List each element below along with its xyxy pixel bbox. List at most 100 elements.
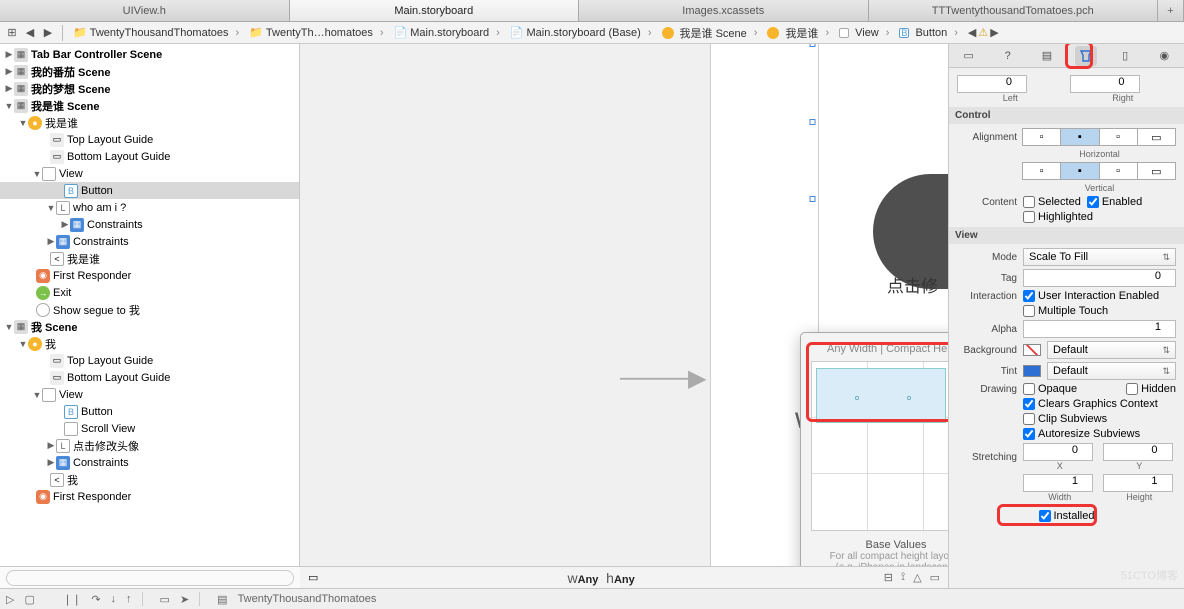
opaque-checkbox[interactable]: Opaque: [1023, 383, 1077, 395]
crumb[interactable]: View: [835, 27, 893, 39]
installed-checkbox[interactable]: Installed: [961, 510, 1172, 522]
scene-row[interactable]: ▶▦Tab Bar Controller Scene: [0, 46, 299, 63]
right-inset-input[interactable]: 0: [1070, 75, 1140, 93]
connections-inspector-tab[interactable]: ◉: [1153, 46, 1175, 66]
identity-inspector-tab[interactable]: ▤: [1036, 46, 1058, 66]
vc-row[interactable]: ▼●我: [0, 335, 299, 352]
segue-row[interactable]: Show segue to 我: [0, 301, 299, 318]
label-row[interactable]: ▼Lwho am i ?: [0, 199, 299, 216]
highlighted-checkbox[interactable]: Highlighted: [1023, 211, 1093, 223]
crumb[interactable]: 📄Main.storyboard (Base): [506, 26, 656, 39]
guide-row[interactable]: ▭Top Layout Guide: [0, 131, 299, 148]
navitem-row[interactable]: <我: [0, 471, 299, 488]
multitouch-checkbox[interactable]: Multiple Touch: [1023, 305, 1108, 317]
vc-row[interactable]: ▼●我是谁: [0, 114, 299, 131]
stretch-w-input[interactable]: 1: [1023, 474, 1093, 492]
size-class-grid[interactable]: [811, 361, 948, 531]
vertical-alignment-seg[interactable]: ▫▪▫▭: [1023, 162, 1176, 180]
stretch-x-input[interactable]: 0: [1023, 443, 1093, 461]
popover-header: Any Width | Compact Height: [811, 343, 948, 355]
pin-icon[interactable]: ⟟: [901, 571, 905, 584]
step-into-icon[interactable]: ↓: [111, 593, 117, 605]
process-icon[interactable]: ▤: [217, 593, 227, 606]
jump-bar: ⊞ ◀ ▶ 📁TwentyThousandThomatoes 📁TwentyTh…: [0, 22, 1184, 44]
selected-checkbox[interactable]: Selected: [1023, 196, 1081, 208]
file-inspector-tab[interactable]: ▭: [958, 46, 980, 66]
constraints-row[interactable]: ▶▦Constraints: [0, 233, 299, 250]
left-inset-input[interactable]: 0: [957, 75, 1027, 93]
tint-color-swatch[interactable]: [1023, 365, 1041, 377]
view-row[interactable]: ▼View: [0, 386, 299, 403]
constraints-row[interactable]: ▶▦Constraints: [0, 454, 299, 471]
step-out-icon[interactable]: ↑: [126, 593, 132, 605]
size-class-selection[interactable]: [816, 368, 946, 423]
crumb[interactable]: 📄Main.storyboard: [390, 26, 504, 39]
navitem-row[interactable]: <我是谁: [0, 250, 299, 267]
warning-icon[interactable]: ⚠︎: [978, 26, 988, 39]
enabled-checkbox[interactable]: Enabled: [1087, 196, 1142, 208]
scene-row[interactable]: ▶▦我的梦想 Scene: [0, 80, 299, 97]
bg-color-swatch[interactable]: [1023, 344, 1041, 356]
related-items-icon[interactable]: ⊞: [4, 25, 20, 41]
pause-icon[interactable]: ❘❘: [63, 593, 81, 606]
guide-row[interactable]: ▭Top Layout Guide: [0, 352, 299, 369]
crumb[interactable]: 📁TwentyThousandThomatoes: [69, 26, 243, 39]
align-icon[interactable]: ⊟: [884, 571, 893, 584]
alpha-input[interactable]: 1: [1023, 320, 1176, 338]
location-icon[interactable]: ➤: [180, 593, 189, 606]
scroll-row[interactable]: Scroll View: [0, 420, 299, 437]
storyboard-canvas[interactable]: ────▶ who am i ⎘ 点击修 UIScrol Any Width |…: [300, 44, 948, 588]
tab[interactable]: Images.xcassets: [579, 0, 869, 21]
scene-row[interactable]: ▶▦我的番茄 Scene: [0, 63, 299, 80]
crumb[interactable]: 📁TwentyTh…homatoes: [245, 26, 387, 39]
view-row[interactable]: ▼View: [0, 165, 299, 182]
horizontal-alignment-seg[interactable]: ▫▪▫▭: [1023, 128, 1176, 146]
stretch-y-input[interactable]: 0: [1103, 443, 1173, 461]
tab[interactable]: Main.storyboard: [290, 0, 580, 21]
guide-row[interactable]: ▭Bottom Layout Guide: [0, 369, 299, 386]
uie-checkbox[interactable]: User Interaction Enabled: [1023, 290, 1159, 302]
autoresize-checkbox[interactable]: Autoresize Subviews: [1023, 428, 1140, 440]
toggle-breakpoints-icon[interactable]: ▷: [6, 593, 14, 606]
mode-select[interactable]: Scale To Fill: [1023, 248, 1176, 266]
crumb[interactable]: 我是谁: [763, 25, 833, 41]
filter-input[interactable]: [6, 570, 294, 586]
label-row[interactable]: ▶L点击修改头像: [0, 437, 299, 454]
outline-toggle-icon[interactable]: ▭: [308, 571, 318, 584]
document-outline: ▶▦Tab Bar Controller Scene ▶▦我的番茄 Scene …: [0, 44, 300, 588]
constraints-row[interactable]: ▶▦Constraints: [0, 216, 299, 233]
size-class-popover[interactable]: Any Width | Compact Height Base Values F…: [800, 332, 948, 584]
help-inspector-tab[interactable]: ?: [997, 46, 1019, 66]
size-class-toggle[interactable]: wAny hAny: [567, 570, 634, 586]
first-responder-row[interactable]: ◉First Responder: [0, 267, 299, 284]
tab[interactable]: TTTwentythousandTomatoes.pch: [869, 0, 1159, 21]
tint-select[interactable]: Default: [1047, 362, 1176, 380]
debug-view-icon[interactable]: ▭: [160, 593, 170, 606]
resolve-icon[interactable]: △: [913, 571, 921, 584]
step-over-icon[interactable]: ↷: [91, 593, 100, 606]
forward-button[interactable]: ▶: [40, 25, 56, 41]
continue-icon[interactable]: ▢: [24, 593, 34, 606]
back-button[interactable]: ◀: [22, 25, 38, 41]
attributes-inspector-tab[interactable]: [1075, 46, 1097, 66]
guide-row[interactable]: ▭Bottom Layout Guide: [0, 148, 299, 165]
button-row[interactable]: BButton: [0, 403, 299, 420]
resizing-icon[interactable]: ▭: [930, 571, 940, 584]
hidden-checkbox[interactable]: Hidden: [1126, 383, 1176, 395]
button-row[interactable]: BButton: [0, 182, 299, 199]
tab[interactable]: UIView.h: [0, 0, 290, 21]
tag-input[interactable]: 0: [1023, 269, 1176, 287]
scene-row[interactable]: ▼▦我是谁 Scene: [0, 97, 299, 114]
clip-checkbox[interactable]: Clip Subviews: [1023, 413, 1107, 425]
scene-row[interactable]: ▼▦我 Scene: [0, 318, 299, 335]
add-tab-button[interactable]: +: [1158, 0, 1184, 21]
crumb[interactable]: BButton: [895, 27, 961, 39]
bg-select[interactable]: Default: [1047, 341, 1176, 359]
size-inspector-tab[interactable]: ▯: [1114, 46, 1136, 66]
segue-arrow-icon: ────▶: [620, 364, 706, 393]
stretch-h-input[interactable]: 1: [1103, 474, 1173, 492]
cgc-checkbox[interactable]: Clears Graphics Context: [1023, 398, 1158, 410]
exit-row[interactable]: →Exit: [0, 284, 299, 301]
first-responder-row[interactable]: ◉First Responder: [0, 488, 299, 505]
crumb[interactable]: 我是谁 Scene: [658, 25, 762, 41]
